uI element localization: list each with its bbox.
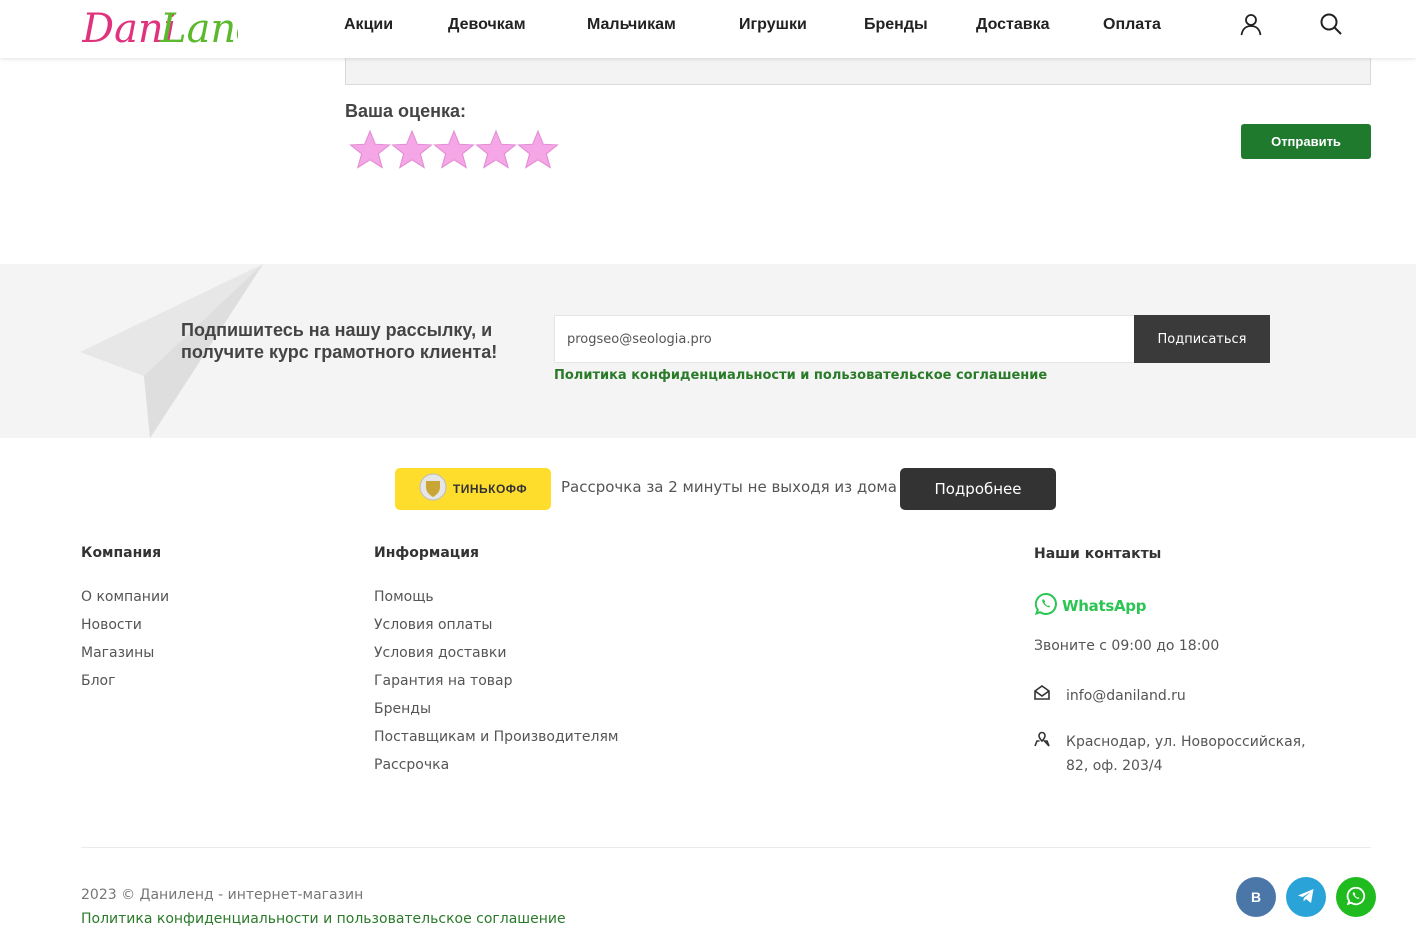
footer-link-stores[interactable]: Магазины bbox=[81, 645, 154, 661]
footer-link-about[interactable]: О компании bbox=[81, 589, 169, 605]
footer-link-delivery-terms[interactable]: Условия доставки bbox=[374, 645, 506, 661]
installment-text: Рассрочка за 2 минуты не выходя из дома bbox=[561, 478, 897, 496]
nav-item-promotions[interactable]: Акции bbox=[344, 16, 393, 34]
whatsapp-button[interactable] bbox=[1336, 877, 1376, 917]
footer-link-blog[interactable]: Блог bbox=[81, 673, 115, 689]
footer-divider bbox=[81, 847, 1371, 848]
search-icon[interactable] bbox=[1318, 11, 1344, 37]
user-icon[interactable] bbox=[1238, 11, 1264, 37]
copyright: 2023 © Даниленд - интернет-магазин bbox=[81, 887, 364, 903]
contact-hours: Звоните с 09:00 до 18:00 bbox=[1034, 638, 1220, 654]
vk-icon: В bbox=[1250, 889, 1262, 905]
star-icon[interactable] bbox=[516, 128, 560, 172]
footer-company-title: Компания bbox=[81, 545, 162, 561]
site-header: Dani Land Акции Девочкам Мальчикам Игруш… bbox=[0, 0, 1416, 58]
subscribe-button[interactable]: Подписаться bbox=[1134, 315, 1270, 363]
svg-text:Land: Land bbox=[159, 6, 238, 52]
whatsapp-link[interactable]: WhatsApp bbox=[1034, 592, 1147, 621]
tinkoff-logo-icon bbox=[419, 473, 447, 506]
vk-button[interactable]: В bbox=[1236, 877, 1276, 917]
email-input[interactable] bbox=[554, 315, 1135, 363]
footer-link-suppliers[interactable]: Поставщикам и Производителям bbox=[374, 729, 618, 745]
submit-review-button[interactable]: Отправить bbox=[1241, 124, 1371, 159]
tinkoff-badge[interactable]: ТИНЬКОФФ bbox=[395, 468, 551, 510]
tinkoff-label: ТИНЬКОФФ bbox=[452, 482, 528, 496]
footer-link-help[interactable]: Помощь bbox=[374, 589, 434, 605]
whatsapp-label: WhatsApp bbox=[1062, 597, 1147, 615]
whatsapp-icon bbox=[1034, 592, 1058, 621]
footer-link-payment-terms[interactable]: Условия оплаты bbox=[374, 617, 492, 633]
star-icon[interactable] bbox=[348, 128, 392, 172]
footer-policy-link[interactable]: Политика конфиденциальности и пользовате… bbox=[81, 911, 566, 927]
logo[interactable]: Dani Land bbox=[81, 2, 262, 54]
footer-link-news[interactable]: Новости bbox=[81, 617, 142, 633]
footer-info-title: Информация bbox=[374, 545, 479, 561]
footer-link-installment[interactable]: Рассрочка bbox=[374, 757, 449, 773]
nav-item-brands[interactable]: Бренды bbox=[864, 16, 928, 34]
star-icon[interactable] bbox=[390, 128, 434, 172]
footer-link-warranty[interactable]: Гарантия на товар bbox=[374, 673, 512, 689]
rating-label: Ваша оценка: bbox=[345, 101, 466, 121]
nav-item-delivery[interactable]: Доставка bbox=[976, 16, 1050, 34]
newsletter-section: Подпишитесь на нашу рассылку, и получите… bbox=[0, 264, 1416, 438]
nav-item-girls[interactable]: Девочкам bbox=[448, 16, 526, 34]
footer-contacts-title: Наши контакты bbox=[1034, 546, 1162, 562]
contact-address: Краснодар, ул. Новороссийская, 82, оф. 2… bbox=[1066, 734, 1306, 774]
mail-icon bbox=[1033, 684, 1051, 702]
nav-item-toys[interactable]: Игрушки bbox=[739, 16, 807, 34]
telegram-icon bbox=[1296, 886, 1316, 909]
more-info-button[interactable]: Подробнее bbox=[900, 468, 1056, 510]
nav-item-payment[interactable]: Оплата bbox=[1103, 16, 1161, 34]
contact-email[interactable]: info@daniland.ru bbox=[1066, 684, 1186, 708]
telegram-button[interactable] bbox=[1286, 877, 1326, 917]
star-icon[interactable] bbox=[474, 128, 518, 172]
newsletter-policy-link[interactable]: Политика конфиденциальности и пользовате… bbox=[554, 368, 1047, 383]
newsletter-text: Подпишитесь на нашу рассылку, и получите… bbox=[181, 320, 498, 362]
nav-item-boys[interactable]: Мальчикам bbox=[587, 16, 676, 34]
whatsapp-icon bbox=[1345, 885, 1367, 910]
star-icon[interactable] bbox=[432, 128, 476, 172]
location-icon bbox=[1033, 730, 1051, 748]
footer-link-brands[interactable]: Бренды bbox=[374, 701, 431, 717]
